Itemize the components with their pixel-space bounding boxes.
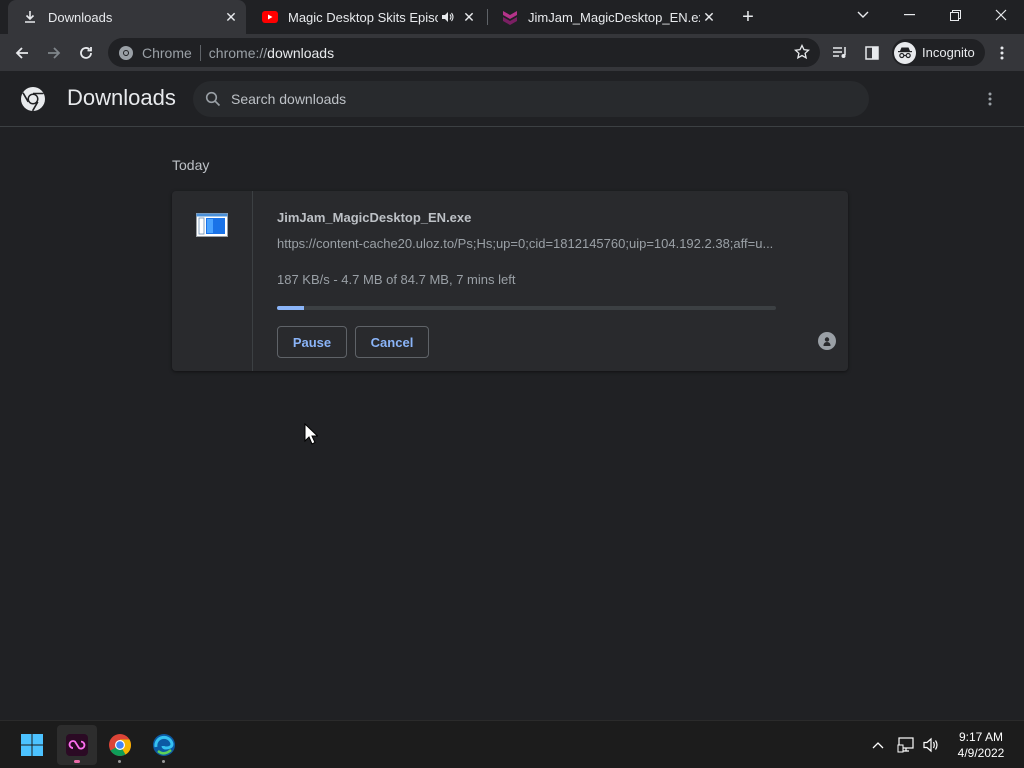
- tab-close-icon[interactable]: ✕: [460, 8, 478, 26]
- search-input[interactable]: [231, 91, 831, 107]
- search-icon: [205, 91, 221, 107]
- minimize-icon: [903, 14, 915, 16]
- uloz-icon: [502, 9, 518, 25]
- tab-downloads[interactable]: Downloads ✕: [8, 0, 246, 34]
- tab-uloz[interactable]: JimJam_MagicDesktop_EN.exe | U ✕: [488, 0, 724, 34]
- file-type-icon: [196, 213, 228, 237]
- more-vert-icon: [1000, 46, 1004, 60]
- chrome-site-icon: [118, 45, 134, 61]
- running-indicator: [162, 760, 165, 763]
- restore-icon: [949, 9, 961, 21]
- forward-arrow-icon: [48, 47, 61, 59]
- search-box[interactable]: [193, 81, 869, 117]
- start-button[interactable]: [12, 725, 52, 765]
- download-item: JimJam_MagicDesktop_EN.exe https://conte…: [172, 191, 848, 371]
- side-panel-button[interactable]: [858, 39, 886, 67]
- taskbar-edge[interactable]: [144, 725, 184, 765]
- taskbar-clock[interactable]: 9:17 AM 4/9/2022: [946, 729, 1016, 761]
- taskbar-chrome[interactable]: [100, 725, 140, 765]
- omnibox-scheme: chrome://: [208, 44, 268, 61]
- running-indicator: [74, 760, 80, 763]
- download-status: 187 KB/s - 4.7 MB of 84.7 MB, 7 mins lef…: [277, 272, 516, 287]
- download-icon: [22, 9, 38, 25]
- back-arrow-icon: [15, 47, 28, 59]
- chrome-icon: [109, 734, 131, 756]
- minimize-button[interactable]: [886, 0, 932, 30]
- restore-button[interactable]: [932, 0, 978, 30]
- media-control-button[interactable]: [826, 39, 854, 67]
- incognito-label: Incognito: [922, 45, 975, 60]
- tab-close-icon[interactable]: ✕: [700, 8, 718, 26]
- tab-title: Downloads: [48, 9, 113, 25]
- taskbar-creative-cloud[interactable]: [57, 725, 97, 765]
- close-window-button[interactable]: [978, 0, 1024, 30]
- omnibox-divider: [199, 44, 201, 61]
- volume-icon[interactable]: [921, 735, 941, 755]
- close-icon: [995, 9, 1007, 21]
- youtube-icon: [262, 9, 278, 25]
- tab-title: JimJam_MagicDesktop_EN.exe | U: [528, 9, 700, 25]
- chrome-menu-button[interactable]: [988, 39, 1016, 67]
- omnibox-site-label: Chrome: [142, 44, 192, 61]
- incognito-badge[interactable]: Incognito: [892, 39, 985, 66]
- reload-icon: [80, 47, 92, 59]
- clock-time: 9:17 AM: [958, 730, 1004, 744]
- progress-fill: [277, 306, 305, 310]
- more-vert-icon: [988, 92, 992, 106]
- file-url-link[interactable]: https://content-cache20.uloz.to/Ps;Hs;up…: [277, 236, 777, 251]
- date-section-label: Today: [172, 157, 210, 173]
- forward-button[interactable]: [40, 39, 68, 67]
- file-name: JimJam_MagicDesktop_EN.exe: [277, 210, 472, 225]
- windows-logo-icon: [21, 734, 43, 756]
- chrome-logo-icon: [20, 86, 46, 112]
- windows-taskbar: 9:17 AM 4/9/2022: [0, 720, 1024, 768]
- clock-date: 4/9/2022: [957, 746, 1005, 760]
- download-progress-bar: [277, 306, 776, 310]
- mouse-cursor-icon: [304, 422, 319, 445]
- back-button[interactable]: [8, 39, 36, 67]
- omnibox-path: downloads: [267, 44, 335, 61]
- card-divider: [252, 191, 253, 371]
- tab-search-button[interactable]: [840, 0, 886, 30]
- new-tab-button[interactable]: +: [737, 6, 759, 28]
- tab-youtube[interactable]: Magic Desktop Skits Episode ✕: [248, 0, 484, 34]
- network-icon[interactable]: [896, 735, 916, 755]
- incognito-icon: [894, 41, 916, 64]
- tab-title: Magic Desktop Skits Episode: [288, 9, 438, 25]
- side-panel-icon: [865, 46, 879, 60]
- tab-strip: Downloads ✕ Magic Desktop Skits Episode …: [0, 0, 1024, 34]
- creative-cloud-icon: [66, 734, 88, 756]
- address-bar[interactable]: Chrome chrome://downloads: [108, 38, 820, 67]
- cancel-button[interactable]: Cancel: [355, 326, 429, 358]
- reload-button[interactable]: [72, 39, 100, 67]
- bookmark-star-icon[interactable]: [794, 43, 810, 60]
- pause-button[interactable]: Pause: [277, 326, 347, 358]
- remove-download-icon[interactable]: [818, 332, 836, 350]
- downloads-menu-button[interactable]: [978, 87, 1002, 111]
- media-queue-icon: [833, 47, 846, 58]
- browser-toolbar: Chrome chrome://downloads Incognito: [0, 34, 1024, 71]
- downloads-header: Downloads: [0, 71, 1024, 127]
- speaker-icon[interactable]: [438, 8, 456, 26]
- show-hidden-icons-chevron-icon[interactable]: [868, 735, 888, 755]
- edge-icon: [153, 734, 175, 756]
- page-title: Downloads: [67, 85, 176, 110]
- running-indicator: [118, 760, 121, 763]
- chevron-down-icon: [857, 11, 869, 18]
- tab-close-icon[interactable]: ✕: [222, 8, 240, 26]
